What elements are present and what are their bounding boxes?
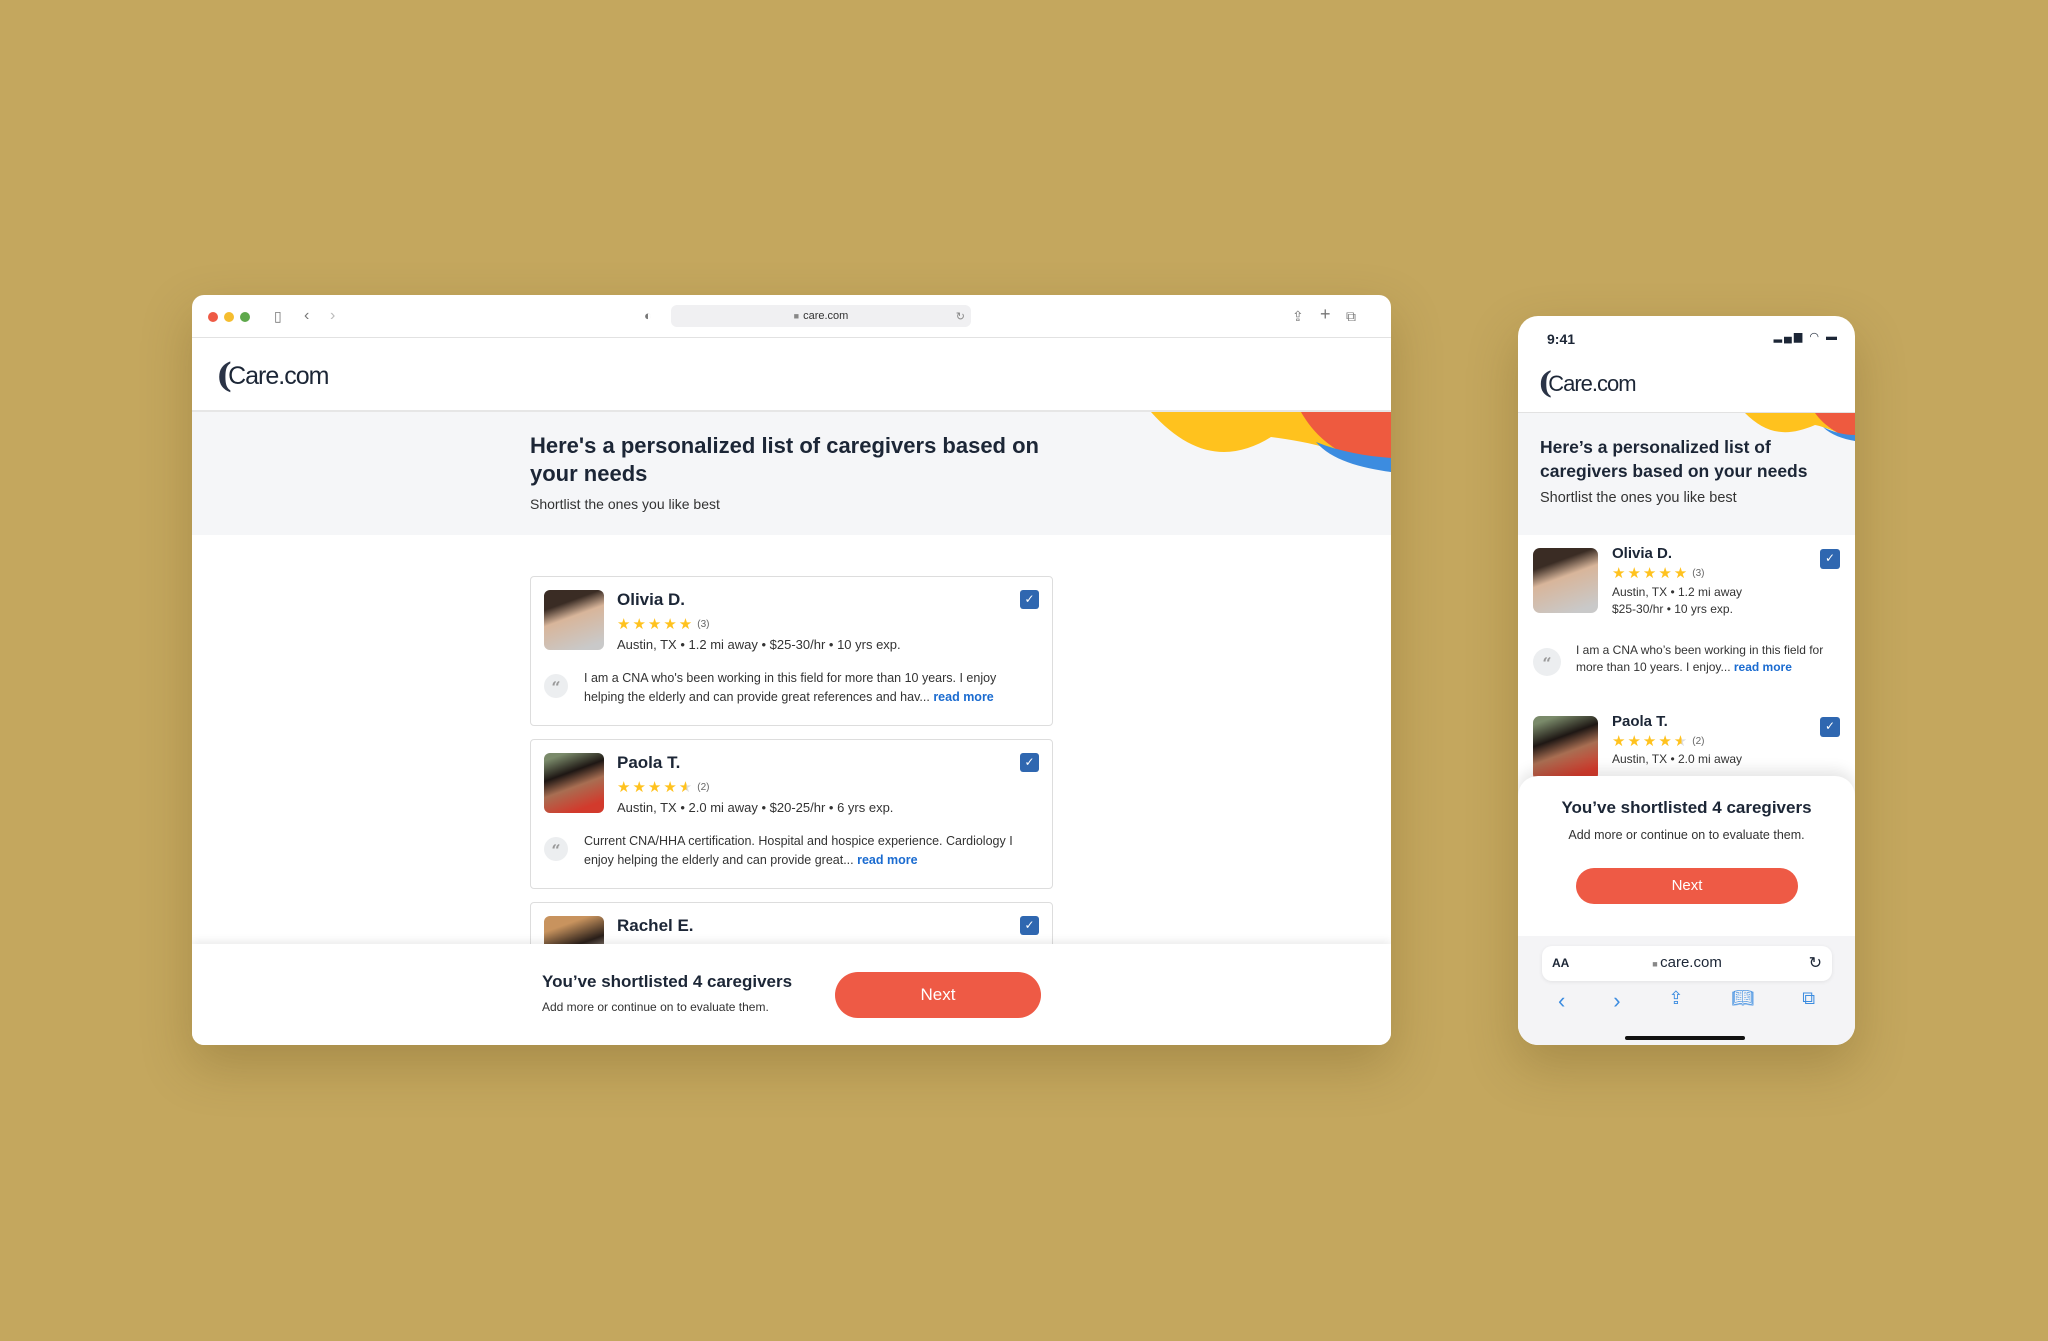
tabs-icon[interactable]: ⧉	[1802, 988, 1815, 1014]
page-subtitle: Shortlist the ones you like best	[530, 496, 720, 512]
site-header: (Care.com	[192, 338, 1391, 412]
hero-banner: Here's a personalized list of caregivers…	[192, 412, 1391, 535]
read-more-link[interactable]: read more	[1734, 660, 1792, 674]
review-count: (3)	[697, 618, 710, 630]
maximize-window-button[interactable]	[240, 312, 250, 322]
caregiver-card[interactable]: Olivia D. ★★★★★ (3) Austin, TX • 1.2 mi a…	[1520, 535, 1853, 695]
address-bar[interactable]: AA ■ care.com ↻	[1542, 946, 1832, 981]
shortlist-hint: Add more or continue on to evaluate them…	[542, 1000, 769, 1014]
shortlist-hint: Add more or continue on to evaluate them…	[1568, 828, 1805, 842]
browser-toolbar: ▯ ‹ › ◐ ■ care.com ↻ ⇪ + ⧉	[192, 295, 1391, 338]
avatar	[544, 590, 604, 650]
lock-icon: ■	[1652, 959, 1661, 969]
caregiver-card[interactable]: Paola T. ★★★★ ★ (2) Austin, TX • 2.0 mi aw…	[530, 739, 1053, 889]
url-text: care.com	[803, 310, 849, 322]
bookmarks-icon[interactable]: 📖︎	[1731, 988, 1754, 1014]
mobile-phone-screen: 9:41 ▂▄▆ ◠ ▬ (Care.com Here’s a personal…	[1518, 316, 1855, 1045]
caregiver-card[interactable]: Olivia D. ★★★★★ (3) Austin, TX • 1.2 mi a…	[530, 576, 1053, 726]
shortlist-checkbox[interactable]: ✓	[1020, 590, 1039, 609]
address-bar[interactable]: ■ care.com ↻	[671, 305, 971, 327]
caregiver-name[interactable]: Paola T.	[617, 753, 680, 773]
status-bar: 9:41 ▂▄▆ ◠ ▬	[1518, 316, 1855, 360]
shortlist-footer: You’ve shortlisted 4 caregivers Add more…	[192, 944, 1391, 1045]
page-subtitle: Shortlist the ones you like best	[1540, 490, 1737, 506]
review-count: (2)	[1692, 735, 1705, 747]
caregiver-details: Austin, TX • 1.2 mi away • $25-30/hr • 1…	[617, 637, 901, 652]
next-button[interactable]: Next	[1576, 868, 1798, 904]
caregiver-name[interactable]: Olivia D.	[1612, 545, 1672, 562]
logo-text: Care.com	[1548, 370, 1636, 396]
forward-icon[interactable]: ›	[330, 306, 335, 326]
page-title: Here's a personalized list of caregivers…	[530, 433, 1039, 486]
caregiver-details: Austin, TX • 2.0 mi away • $20-25/hr • 6…	[617, 800, 894, 815]
sidebar-icon[interactable]: ▯	[274, 306, 282, 326]
star-rating: ★★★★★ (3)	[617, 616, 710, 633]
star-rating: ★★★★★ (3)	[1612, 565, 1705, 582]
shortlist-checkbox[interactable]: ✓	[1820, 717, 1840, 737]
lock-icon: ■	[793, 311, 800, 321]
caregiver-details: Austin, TX • 1.2 mi away $25-30/hr • 10 y…	[1612, 585, 1743, 616]
safari-bottom-bar: AA ■ care.com ↻ ‹ › ⇪ 📖︎ ⧉	[1518, 936, 1855, 1045]
caregiver-name[interactable]: Paola T.	[1612, 713, 1668, 730]
privacy-shield-icon[interactable]: ◐	[644, 306, 652, 326]
minimize-window-button[interactable]	[224, 312, 234, 322]
shortlist-checkbox[interactable]: ✓	[1020, 916, 1039, 935]
avatar	[1533, 716, 1598, 781]
care-logo[interactable]: (Care.com	[216, 356, 329, 396]
shortlist-checkbox[interactable]: ✓	[1020, 753, 1039, 772]
close-window-button[interactable]	[208, 312, 218, 322]
next-button[interactable]: Next	[835, 972, 1041, 1018]
safari-nav-buttons: ‹ › ⇪ 📖︎ ⧉	[1518, 988, 1855, 1014]
quote-icon: “	[544, 674, 568, 698]
share-icon[interactable]: ⇪	[1292, 306, 1304, 326]
decorative-wave-icon	[1151, 412, 1391, 472]
avatar	[544, 753, 604, 813]
back-icon[interactable]: ‹	[1558, 988, 1565, 1014]
star-rating: ★★★★ ★ (2)	[1612, 733, 1705, 750]
reload-icon[interactable]: ↻	[956, 310, 965, 323]
star-rating: ★★★★ ★ (2)	[617, 779, 710, 796]
shortlist-count-title: You’ve shortlisted 4 caregivers	[1561, 798, 1812, 817]
review-count: (2)	[697, 781, 710, 793]
caregiver-card[interactable]: Paola T. ★★★★ ★ (2) Austin, TX • 2.0 mi aw…	[1520, 703, 1853, 783]
page-title: Here’s a personalized list of caregivers…	[1540, 437, 1808, 481]
quote-icon: “	[544, 837, 568, 861]
caregiver-quote: I am a CNA who's been working in this fi…	[584, 671, 997, 704]
tabs-overview-icon[interactable]: ⧉	[1346, 306, 1356, 326]
caregiver-quote: I am a CNA who’s been working in this fi…	[1576, 643, 1824, 674]
caregiver-name[interactable]: Rachel E.	[617, 916, 694, 936]
forward-icon[interactable]: ›	[1613, 988, 1620, 1014]
status-time: 9:41	[1547, 331, 1576, 347]
shortlist-bottom-sheet: You’ve shortlisted 4 caregivers Add more…	[1518, 776, 1855, 1045]
share-icon[interactable]: ⇪	[1668, 988, 1683, 1014]
signal-wifi-battery-icon: ▂▄▆ ◠ ▬	[1773, 331, 1839, 343]
back-icon[interactable]: ‹	[304, 306, 309, 326]
shortlist-count-title: You’ve shortlisted 4 caregivers	[542, 972, 793, 991]
hero-banner: Here’s a personalized list of caregivers…	[1518, 413, 1855, 535]
home-indicator[interactable]	[1625, 1036, 1745, 1040]
new-tab-icon[interactable]: +	[1320, 304, 1331, 324]
desktop-browser-window: ▯ ‹ › ◐ ■ care.com ↻ ⇪ + ⧉ (Care.com Her…	[192, 295, 1391, 1045]
logo-text: Care.com	[228, 361, 329, 390]
caregiver-name[interactable]: Olivia D.	[617, 590, 685, 610]
care-logo[interactable]: (Care.com	[1538, 366, 1637, 401]
read-more-link[interactable]: read more	[857, 853, 917, 867]
reload-icon[interactable]: ↻	[1809, 953, 1822, 973]
site-header: (Care.com	[1518, 360, 1855, 413]
caregiver-details: Austin, TX • 2.0 mi away	[1612, 752, 1743, 766]
avatar	[1533, 548, 1598, 613]
url-display: ■ care.com	[1652, 954, 1722, 971]
read-more-link[interactable]: read more	[933, 690, 993, 704]
shortlist-checkbox[interactable]: ✓	[1820, 549, 1840, 569]
review-count: (3)	[1692, 567, 1705, 579]
caregiver-quote: Current CNA/HHA certification. Hospital …	[584, 834, 1013, 867]
quote-icon: “	[1533, 648, 1561, 676]
